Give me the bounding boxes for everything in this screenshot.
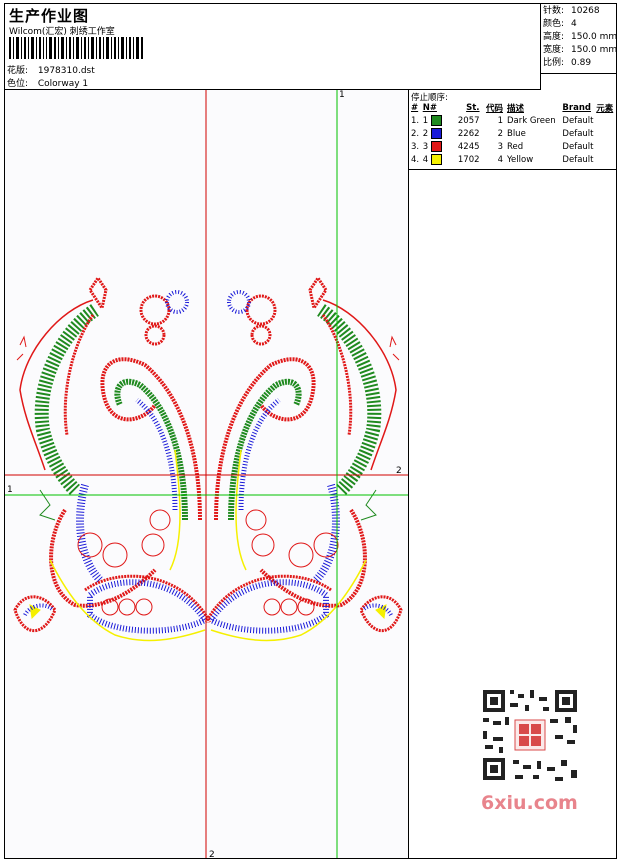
stop-n: 4 — [423, 153, 456, 166]
col-header: 代码 — [485, 104, 503, 114]
stop-sequence-table: # N# St. 代码 描述 Brand 元素 1. 1 2057 1 Dark Gr… — [411, 102, 616, 166]
stat-width: 宽度: 150.0 mm — [543, 45, 618, 55]
pattern-row: 花版: 1978310.dst — [7, 63, 95, 76]
stop-row: 3. 3 4245 3 Red Default — [411, 140, 616, 153]
stop-num: 2. — [411, 128, 420, 139]
color-swatch — [430, 128, 442, 139]
colorway-value: Colorway 1 — [37, 79, 89, 89]
stop-element — [596, 127, 616, 140]
stop-row: 4. 4 1702 4 Yellow Default — [411, 153, 616, 166]
color-swatch — [430, 154, 442, 165]
axis-label-h1: 1 — [7, 485, 13, 495]
stop-stitches: 1702 — [457, 154, 480, 165]
axis-label-h2: 2 — [396, 466, 402, 476]
col-header: N# — [422, 103, 437, 113]
stop-num: 3. — [411, 141, 420, 152]
stat-colors: 颜色: 4 — [543, 19, 577, 29]
stop-stitches: 2262 — [457, 128, 480, 139]
stop-brand: Default — [562, 141, 594, 152]
sheet-header: 生产作业图 Wilcom(汇宏) 刺绣工作室 花版: 1978310.dst 色… — [5, 4, 541, 90]
col-header: # — [411, 103, 419, 113]
qr-code — [475, 685, 585, 785]
stop-row: 2. 2 2262 2 Blue Default — [411, 127, 616, 140]
stop-desc: Dark Green — [506, 115, 556, 126]
stop-num: 1. — [411, 115, 420, 126]
stop-element — [596, 114, 616, 127]
design-stats: 针数: 10268 颜色: 4 高度: 150.0 mm 宽度: 150.0 mm 比例… — [541, 4, 618, 74]
embroidery-artwork — [5, 90, 408, 858]
col-header: 描述 — [506, 104, 524, 114]
stop-code: 4 — [497, 154, 503, 165]
stop-n: 3 — [423, 140, 456, 153]
stop-brand: Default — [562, 128, 594, 139]
stop-element — [596, 140, 616, 153]
sheet-title: 生产作业图 — [9, 7, 90, 25]
stop-code: 1 — [497, 115, 503, 126]
col-header: Brand — [562, 103, 591, 113]
stop-n: 2 — [423, 127, 456, 140]
stop-stitches: 4245 — [457, 141, 480, 152]
stop-desc: Yellow — [506, 154, 534, 165]
barcode — [9, 37, 143, 59]
stop-code: 3 — [497, 141, 503, 152]
stop-code: 2 — [497, 128, 503, 139]
stop-desc: Red — [506, 141, 524, 152]
stat-scale: 比例: 0.89 — [543, 58, 592, 68]
stop-brand: Default — [562, 154, 594, 165]
stat-height: 高度: 150.0 mm — [543, 32, 618, 42]
colorway-label: 色位: — [7, 79, 29, 89]
stop-sequence-panel: 停止顺序: # N# St. 代码 描述 Brand 元素 1. 1 2057 1 D… — [409, 90, 616, 170]
stop-num: 4. — [411, 154, 420, 165]
stop-desc: Blue — [506, 128, 526, 139]
col-header: St. — [466, 103, 480, 113]
production-sheet: 生产作业图 Wilcom(汇宏) 刺绣工作室 花版: 1978310.dst 色… — [4, 3, 617, 859]
stop-brand: Default — [562, 115, 594, 126]
axis-label-v1: 1 — [339, 90, 345, 100]
stop-element — [596, 153, 616, 166]
stop-row: 1. 1 2057 1 Dark Green Default — [411, 114, 616, 127]
pattern-label: 花版: — [7, 66, 29, 76]
color-swatch — [430, 115, 442, 126]
studio-name: Wilcom(汇宏) 刺绣工作室 — [9, 27, 115, 37]
stop-n: 1 — [423, 114, 456, 127]
colorway-row: 色位: Colorway 1 — [7, 76, 88, 89]
col-header: 元素 — [596, 104, 614, 114]
stat-stitches: 针数: 10268 — [543, 6, 600, 16]
site-watermark: 6xiu.com — [481, 792, 578, 814]
color-swatch — [430, 141, 442, 152]
axis-label-v2: 2 — [209, 850, 215, 858]
stop-stitches: 2057 — [457, 115, 480, 126]
embroidery-preview: 1 2 1 2 — [5, 90, 409, 858]
pattern-value: 1978310.dst — [37, 66, 95, 76]
